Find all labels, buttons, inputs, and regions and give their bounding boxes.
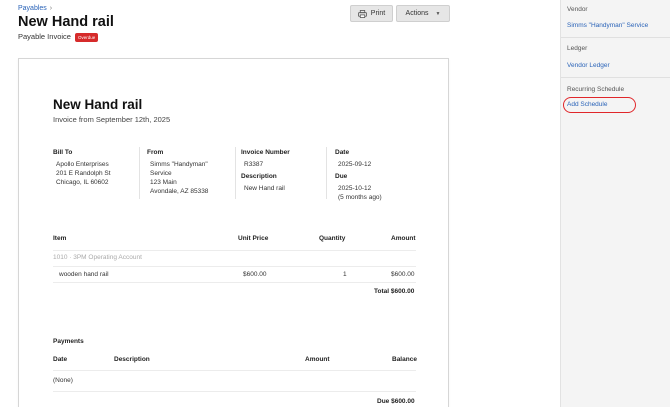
sidebar-divider [561,77,670,78]
sidebar-divider [561,37,670,38]
date-label: Date [335,149,350,156]
from-label: From [147,149,164,156]
add-schedule-link[interactable]: Add Schedule [567,101,607,108]
page-title: New Hand rail [18,14,114,30]
items-header-quantity: Quantity [319,235,346,242]
sidebar-vendor-link[interactable]: Simms "Handyman" Service [567,22,648,29]
items-header-item: Item [53,235,67,242]
column-divider [235,147,236,199]
actions-button-label: Actions [405,10,429,17]
status-badge: Overdue [74,32,99,42]
column-divider [139,147,140,199]
bill-to-address1: 201 E Randolph St [56,170,111,177]
bill-to-label: Bill To [53,149,73,156]
due-relative: (5 months ago) [338,194,382,201]
sidebar: Vendor Simms "Handyman" Service Ledger V… [560,0,670,407]
sidebar-ledger-link[interactable]: Vendor Ledger [567,62,610,69]
page-subtitle: Payable Invoice Overdue [18,32,99,42]
invoice-number-label: Invoice Number [241,149,290,156]
print-button-label: Print [370,10,386,17]
main-content: Payables › New Hand rail Payable Invoice O… [0,0,560,407]
table-divider [53,250,416,251]
actions-button[interactable]: Actions ▼ [396,5,450,22]
payments-header-date: Date [53,356,68,363]
printer-icon [357,9,367,18]
payments-empty: (None) [53,377,73,384]
table-divider [53,266,416,267]
date-section: Date 2025-09-12 Due 2025-10-12 (5 months… [335,148,415,202]
item-amount: $600.00 [391,271,415,278]
sidebar-vendor-label: Vendor [567,6,588,13]
payments-due: Due $600.00 [377,398,415,405]
table-divider [53,391,416,392]
payments-heading: Payments [53,338,84,345]
table-divider [53,282,416,283]
due-label: Due [335,173,348,180]
from-address2: Avondale, AZ 85338 [150,188,209,195]
breadcrumb: Payables › [18,5,52,12]
items-total: Total $600.00 [374,288,415,295]
item-unit-price: $600.00 [243,271,267,278]
page-subtitle-text: Payable Invoice [18,32,71,41]
bill-to-name-link[interactable]: Apollo Enterprises [53,160,135,169]
from-section: From Simms "Handyman" Service 123 Main A… [147,148,233,196]
bill-to-section: Bill To Apollo Enterprises 201 E Randolp… [53,148,135,187]
sidebar-ledger-label: Ledger [567,45,588,52]
due-value: 2025-10-12 [338,185,372,192]
sidebar-recurring-label: Recurring Schedule [567,86,625,93]
breadcrumb-separator: › [49,5,53,12]
bill-to-address2: Chicago, IL 60602 [56,179,109,186]
items-header-unit-price: Unit Price [238,235,269,242]
table-divider [53,370,416,371]
from-name-link-line2[interactable]: Service [147,169,233,178]
description-label: Description [241,173,277,180]
column-divider [326,147,327,199]
from-address1: 123 Main [150,179,177,186]
description-value: New Hand rail [244,185,285,192]
payments-header-amount: Amount [305,356,330,363]
invoice-document: New Hand rail Invoice from September 12t… [18,58,449,407]
invoice-subtitle: Invoice from September 12th, 2025 [53,115,171,124]
breadcrumb-payables-link[interactable]: Payables [18,5,47,12]
payments-header-balance: Balance [392,356,417,363]
item-quantity: 1 [343,271,347,278]
date-value: 2025-09-12 [338,161,372,168]
payments-header-description: Description [114,356,150,363]
chevron-down-icon: ▼ [435,10,441,17]
invoice-number-value: R3387 [244,161,264,168]
from-name-link-line1[interactable]: Simms "Handyman" [147,160,233,169]
items-header-amount: Amount [391,235,416,242]
invoice-number-section: Invoice Number R3387 Description New Han… [241,148,327,193]
invoice-title: New Hand rail [53,97,143,112]
account-row: 1010 · 3PM Operating Account [53,254,142,261]
item-name: wooden hand rail [59,271,109,278]
print-button[interactable]: Print [350,5,393,22]
